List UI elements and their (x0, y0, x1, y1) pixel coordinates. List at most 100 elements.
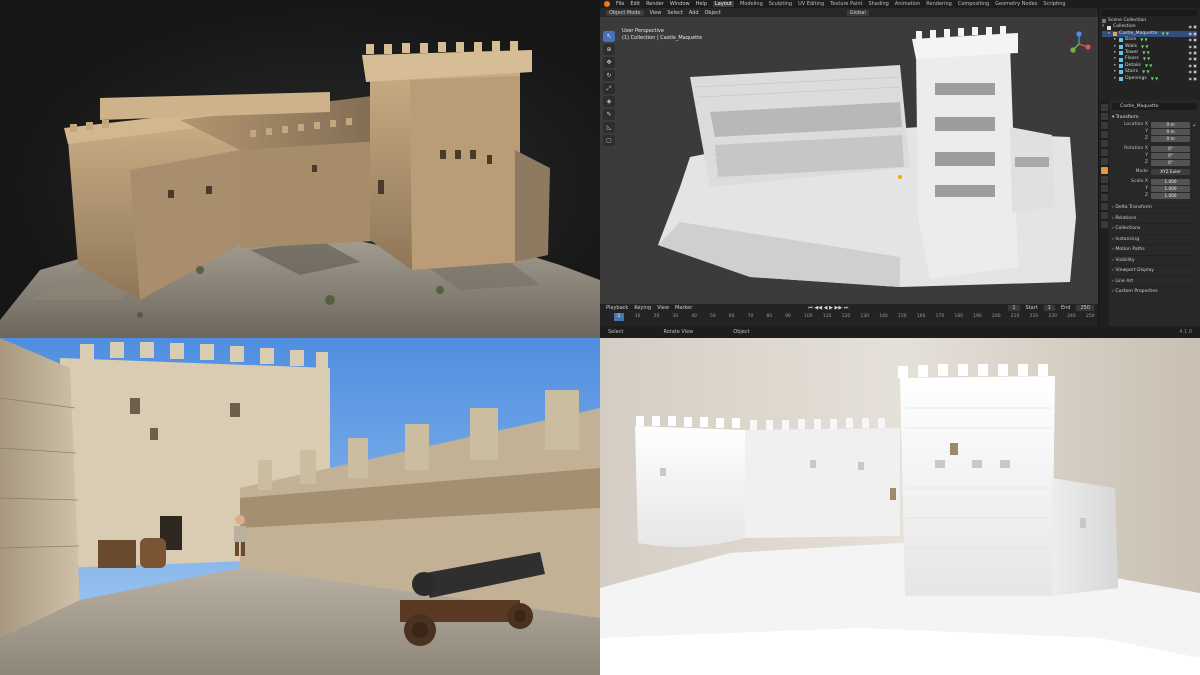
transform-panel-header[interactable]: ▾ Transform (1112, 114, 1197, 121)
ruler-tick-label: 250 (1086, 314, 1095, 319)
ruler-tick-label: 90 (785, 314, 791, 319)
tab-scene-icon[interactable] (1100, 140, 1108, 147)
section-motion-paths[interactable]: › Motion Paths (1112, 244, 1197, 255)
end-frame-field[interactable]: 250 (1076, 305, 1094, 311)
timeline-menu-playback[interactable]: Playback (606, 305, 628, 311)
outliner-item-openings[interactable]: ▸ Openings ▼ ▼ ◉ ▣ (1102, 76, 1197, 82)
lock-icon[interactable]: · (1193, 179, 1197, 184)
tab-modifiers-icon[interactable] (1100, 176, 1108, 183)
modifier-icon: ▼ ▼ (1150, 75, 1159, 81)
menu-render[interactable]: Render (646, 1, 664, 7)
viewport-menu-object[interactable]: Object (705, 10, 721, 16)
castle-maquette-mesh[interactable] (600, 17, 1098, 304)
location-y-label: Y (1145, 129, 1148, 134)
tab-object-icon[interactable] (1100, 167, 1108, 174)
workspace-tab-shading[interactable]: Shading (868, 1, 888, 7)
rotation-y-row: Y 0° · (1112, 152, 1197, 159)
workspace-tab-geometry-nodes[interactable]: Geometry Nodes (995, 1, 1037, 7)
workspace-tab-sculpting[interactable]: Sculpting (769, 1, 792, 7)
location-y-field[interactable]: 0 m (1151, 128, 1190, 135)
section-viewport-display[interactable]: › Viewport Display (1112, 265, 1197, 276)
current-frame-field[interactable]: 1 (1008, 305, 1020, 311)
rotation-mode-row: Mode XYZ Euler (1112, 168, 1197, 175)
rotation-x-row: Rotation X 0° · (1112, 145, 1197, 152)
ruler-tick-label: 110 (822, 314, 832, 319)
tab-particles-icon[interactable] (1100, 185, 1108, 192)
menu-window[interactable]: Window (670, 1, 690, 7)
3d-viewport[interactable]: User Perspective (1) Collection | Castle… (600, 17, 1098, 304)
lock-icon[interactable]: · (1193, 160, 1197, 165)
viewport-menu-view[interactable]: View (650, 10, 662, 16)
section-custom-properties[interactable]: › Custom Properties (1112, 286, 1197, 297)
section-line-art[interactable]: › Line Art (1112, 275, 1197, 287)
workspace-tab-uv-editing[interactable]: UV Editing (798, 1, 824, 7)
section-visibility[interactable]: › Visibility (1112, 254, 1197, 266)
start-label: Start (1025, 305, 1038, 311)
tab-collection-icon[interactable] (1100, 158, 1108, 165)
rotation-z-field[interactable]: 0° (1151, 159, 1190, 166)
section-delta-transform[interactable]: › Delta Transform (1112, 202, 1197, 213)
lock-icon[interactable]: · (1193, 136, 1197, 141)
tab-render-icon[interactable] (1100, 113, 1108, 120)
workspace-tab-animation[interactable]: Animation (895, 1, 921, 7)
scale-y-label: Y (1145, 186, 1148, 191)
workspace-tab-compositing[interactable]: Compositing (958, 1, 989, 7)
rotation-x-field[interactable]: 0° (1151, 145, 1190, 152)
tab-constraints-icon[interactable] (1100, 203, 1108, 210)
collection-icon (1107, 25, 1111, 30)
section-label: Collections (1115, 226, 1141, 231)
timeline-menu-marker[interactable]: Marker (675, 305, 692, 311)
blender-logo-icon[interactable] (604, 1, 610, 7)
viewport-menu-add[interactable]: Add (689, 10, 699, 16)
rotation-y-field[interactable]: 0° (1151, 152, 1190, 159)
lock-icon[interactable]: · (1193, 146, 1197, 151)
workspace-tab-modeling[interactable]: Modeling (740, 1, 763, 7)
workspace-tab-rendering[interactable]: Rendering (926, 1, 952, 7)
lock-icon[interactable]: 🔓︎ (1193, 122, 1197, 127)
tab-tool-icon[interactable] (1100, 104, 1108, 111)
tab-view-layer-icon[interactable] (1100, 131, 1108, 138)
scale-y-field[interactable]: 1.000 (1151, 185, 1190, 192)
visibility-icon[interactable]: ◉ ▣ (1188, 76, 1197, 82)
location-z-field[interactable]: 0 m (1151, 135, 1190, 142)
tab-material-icon[interactable] (1100, 221, 1108, 228)
playback-controls[interactable]: ⏮ ◀◀ ◀ ▶ ▶▶ ⏭ (808, 305, 848, 311)
location-x-label: Location X (1123, 122, 1148, 127)
location-y-row: Y0 m · (1112, 128, 1197, 135)
tab-physics-icon[interactable] (1100, 194, 1108, 201)
menu-file[interactable]: File (616, 1, 624, 7)
mode-dropdown[interactable]: Object Mode (606, 9, 644, 16)
workspace-tab-layout[interactable]: Layout (713, 1, 734, 7)
section-relations[interactable]: › Relations (1112, 212, 1197, 224)
axis-gizmo-icon[interactable] (1066, 31, 1092, 57)
timeline-menu-view[interactable]: View (657, 305, 669, 311)
scale-z-field[interactable]: 1.000 (1151, 192, 1190, 199)
menu-help[interactable]: Help (696, 1, 707, 7)
menu-edit[interactable]: Edit (630, 1, 640, 7)
object-name-field[interactable]: Castle_Maquette (1112, 103, 1197, 110)
timeline-menu-keying[interactable]: Keying (634, 305, 651, 311)
section-instancing[interactable]: › Instancing (1112, 233, 1197, 245)
outliner-search-input[interactable] (1102, 10, 1197, 16)
location-x-field[interactable]: 0 m (1151, 121, 1190, 128)
lock-icon[interactable]: · (1193, 186, 1197, 191)
start-frame-field[interactable]: 1 (1043, 305, 1055, 311)
object-icon (1119, 76, 1123, 81)
ruler-tick-label: 230 (1048, 314, 1057, 319)
lock-icon[interactable]: · (1193, 129, 1197, 134)
orientation-dropdown[interactable]: Global (846, 9, 869, 16)
section-collections[interactable]: › Collections (1112, 223, 1197, 234)
viewport-menu-select[interactable]: Select (667, 10, 682, 16)
rotation-mode-dropdown[interactable]: XYZ Euler (1151, 168, 1190, 175)
lock-icon[interactable]: · (1193, 193, 1197, 198)
scale-x-field[interactable]: 1.000 (1151, 178, 1190, 185)
workspace-tab-scripting[interactable]: Scripting (1043, 1, 1065, 7)
frame-ruler[interactable]: 1 0 10 20 30 40 50 60 70 80 90 100 110 120 130 140 150 1… (600, 313, 1098, 322)
lock-icon[interactable]: · (1193, 153, 1197, 158)
ruler-tick-label: 0 (616, 314, 619, 319)
workspace-tab-texture-paint[interactable]: Texture Paint (830, 1, 862, 7)
tab-world-icon[interactable] (1100, 149, 1108, 156)
tab-output-icon[interactable] (1100, 122, 1108, 129)
tab-data-icon[interactable] (1100, 212, 1108, 219)
navigation-gizmo[interactable] (1066, 31, 1092, 57)
